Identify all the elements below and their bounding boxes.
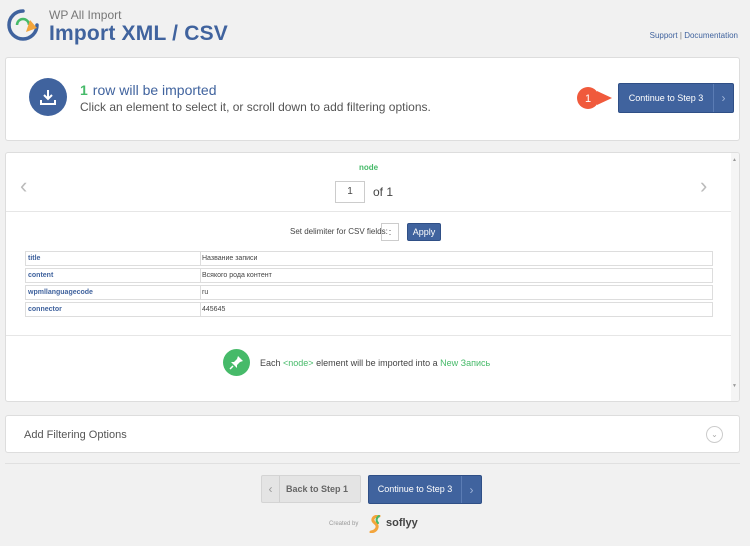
page-header: WP All Import Import XML / CSV Support |… (0, 0, 750, 54)
link-separator: | (679, 31, 682, 40)
apply-delimiter-button[interactable]: Apply (407, 223, 441, 241)
preview-scrollbar[interactable]: ▲ ▼ (731, 153, 739, 401)
table-row[interactable]: connector 445645 (25, 302, 713, 317)
record-fields-table: title Название записи content Всякого ро… (25, 251, 713, 319)
rows-count-line: 1 row will be imported (80, 82, 217, 98)
top-links: Support | Documentation (650, 31, 738, 40)
field-value: 445645 (202, 306, 226, 313)
continue-to-step3-button-top[interactable]: Continue to Step 3 › (618, 83, 734, 113)
field-value: Название записи (202, 255, 258, 262)
download-icon (29, 78, 67, 116)
company-name[interactable]: soflyy (386, 517, 418, 529)
scroll-down-icon[interactable]: ▼ (732, 383, 737, 389)
chevron-down-icon[interactable]: ⌄ (706, 426, 723, 443)
continue-to-step3-button-bottom[interactable]: Continue to Step 3 › (368, 475, 482, 504)
cell-divider (200, 303, 201, 316)
cell-divider (200, 269, 201, 282)
post-type-name: New Запись (440, 358, 491, 368)
divider (6, 211, 731, 212)
cell-divider (200, 286, 201, 299)
row-count: 1 (80, 82, 88, 98)
cell-divider (200, 252, 201, 265)
record-page-input[interactable]: 1 (335, 181, 365, 203)
chevron-right-icon: › (461, 476, 481, 503)
field-name: title (28, 255, 41, 262)
record-page-total: of 1 (373, 185, 394, 199)
divider (6, 335, 731, 336)
table-row[interactable]: title Название записи (25, 251, 713, 266)
step-badge: 1 (577, 87, 612, 109)
import-target-text: Each <node> element will be imported int… (260, 358, 490, 368)
documentation-link[interactable]: Documentation (684, 31, 738, 40)
table-row[interactable]: content Всякого рода контент (25, 268, 713, 283)
filtering-options-label: Add Filtering Options (24, 429, 127, 441)
chevron-left-icon: ‹ (262, 476, 280, 502)
table-row[interactable]: wpmllanguagecode ru (25, 285, 713, 300)
soflyy-logo-icon (369, 515, 381, 533)
pin-icon (223, 349, 250, 376)
continue-label: Continue to Step 3 (377, 484, 453, 494)
brand-name: WP All Import (49, 8, 122, 22)
record-preview-panel: node ‹ › 1 of 1 Set delimiter for CSV fi… (5, 152, 740, 402)
field-value: Всякого рода контент (202, 272, 272, 279)
field-name: connector (28, 306, 62, 313)
scroll-up-icon[interactable]: ▲ (732, 157, 737, 163)
node-tag: <node> (283, 358, 314, 368)
delimiter-label: Set delimiter for CSV fields: (290, 227, 388, 236)
back-to-step1-button[interactable]: ‹ Back to Step 1 (261, 475, 361, 503)
chevron-right-icon: › (713, 84, 733, 112)
continue-label: Continue to Step 3 (628, 93, 704, 103)
created-by-text: Created by (329, 521, 359, 527)
node-label: node (358, 163, 379, 172)
wp-all-import-logo-icon (7, 9, 39, 41)
badge-number: 1 (585, 93, 591, 105)
previous-record-chevron-icon[interactable]: ‹ (20, 173, 27, 199)
rows-text: row will be imported (92, 82, 217, 98)
field-value: ru (202, 289, 209, 296)
filtering-options-panel[interactable]: Add Filtering Options ⌄ (5, 415, 740, 453)
instruction-text: Click an element to select it, or scroll… (80, 100, 431, 114)
back-label: Back to Step 1 (286, 484, 349, 494)
page-title: Import XML / CSV (49, 22, 228, 45)
field-name: wpmllanguagecode (28, 289, 93, 296)
each-prefix: Each (260, 358, 281, 368)
field-name: content (28, 272, 54, 279)
support-link[interactable]: Support (650, 31, 678, 40)
divider (5, 463, 740, 464)
delimiter-input[interactable]: : (381, 223, 399, 241)
next-record-chevron-icon[interactable]: › (700, 173, 707, 199)
each-middle: element will be imported into a (316, 358, 438, 368)
import-summary-panel: 1 row will be imported Click an element t… (5, 57, 740, 141)
